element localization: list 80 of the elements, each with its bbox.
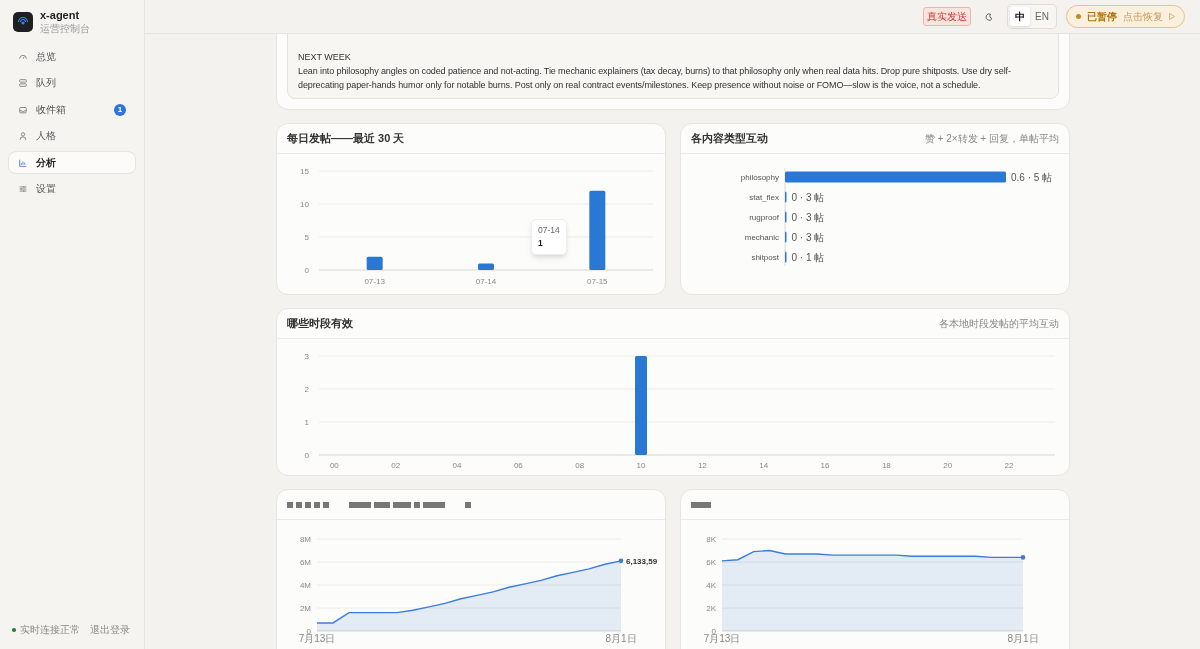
category-label: shitpost — [751, 253, 779, 262]
connection-status: 实时连接正常 — [20, 623, 80, 637]
category-label: philosophy — [740, 173, 779, 182]
axis-label: 06 — [513, 461, 523, 470]
language-option[interactable]: EN — [1030, 7, 1054, 26]
axis-label: 07-14 — [475, 277, 497, 286]
axis-label: 8月1日 — [1007, 633, 1039, 644]
language-option[interactable]: 中 — [1010, 7, 1031, 26]
app-name: x-agent — [40, 9, 81, 23]
nav-item[interactable]: 分析 — [8, 151, 136, 175]
axis-label: 08 — [575, 461, 585, 470]
axis-label: 07-15 — [587, 277, 608, 286]
end-point — [618, 558, 624, 564]
value-label: 0.6 · 5 帖 — [1011, 171, 1053, 183]
nav-item[interactable]: 设置 — [8, 177, 136, 201]
axis-label: 2M — [299, 604, 311, 613]
nav-item[interactable]: 总览 — [8, 45, 136, 69]
axis-label: 6K — [706, 558, 716, 567]
axis-label: 8月1日 — [605, 633, 637, 644]
stack-icon — [18, 78, 28, 89]
count-badge: 1 — [114, 103, 126, 116]
value-label: 0 · 3 帖 — [791, 211, 825, 223]
nav-item[interactable]: 收件箱 1 — [8, 98, 136, 122]
card-title: 哪些时段有效 — [287, 316, 353, 332]
card-subtitle: 各本地时段发帖的平均互动 — [939, 317, 1059, 331]
bar — [366, 256, 383, 270]
axis-label: 1 — [304, 418, 309, 427]
nav-item[interactable]: 队列 — [8, 71, 136, 95]
axis-label: 4K — [706, 581, 716, 590]
axis-label: 0 — [304, 451, 309, 460]
person-icon — [18, 131, 28, 142]
axis-label: 10 — [636, 461, 646, 470]
card-subtitle: 赞 + 2×转发 + 回复，单帖平均 — [924, 132, 1059, 146]
plan-heading: NEXT WEEK — [298, 51, 352, 64]
tooltip: 07-14 1 — [531, 219, 567, 255]
play-icon — [1169, 13, 1175, 20]
logout-link[interactable]: 退出登录 — [90, 622, 130, 637]
axis-label: 02 — [391, 461, 401, 470]
axis-label: 16 — [820, 461, 830, 470]
axis-label: 00 — [329, 461, 339, 470]
end-point — [1020, 555, 1026, 560]
value-label: 6,133,59 — [626, 556, 658, 566]
axis-label: 15 — [300, 167, 309, 176]
axis-label: 7月13日 — [703, 633, 741, 644]
chart-icon — [18, 157, 28, 168]
axis-label: 14 — [759, 461, 769, 470]
mode-badge: 真实发送 — [923, 7, 972, 26]
axis-label: 20 — [943, 461, 953, 470]
nav-item[interactable]: 人格 — [8, 124, 136, 148]
axis-label: 2K — [706, 604, 716, 613]
value-label: 0 · 1 帖 — [791, 251, 825, 263]
moon-icon[interactable] — [985, 12, 994, 21]
card-title: 各内容类型互动 — [691, 131, 768, 147]
sliders-icon — [18, 184, 28, 195]
plan-text: Lean into philosophy angles on coded patience and not-acting. Tie mechanic explainers (tax decay, burns) to that philosophy only when real data hits. Drop pure shitposts. Use dry self-deprecating paper-hands humor only for notable burns. Post only on real contract events/milestones. Keep presence without noise or FOMO—slow is the voice, not a schedule. — [298, 65, 1012, 92]
axis-label: 2 — [304, 385, 309, 394]
logo-icon — [13, 12, 33, 33]
axis-label: 07-13 — [364, 277, 385, 286]
axis-label: 10 — [300, 200, 309, 209]
category-label: rugproof — [749, 213, 779, 222]
category-label: mechanic — [744, 233, 779, 242]
value-label: 0 · 3 帖 — [791, 231, 825, 243]
axis-label: 4M — [299, 581, 311, 590]
bar — [478, 263, 494, 270]
axis-label: 3 — [304, 352, 309, 361]
category-label: stat_flex — [749, 193, 779, 202]
axis-label: 0 — [304, 266, 309, 275]
axis-label: 22 — [1004, 461, 1014, 470]
axis-label: 8K — [706, 535, 716, 544]
axis-label: 6M — [299, 558, 311, 567]
card-title: 每日发帖——最近 30 天 — [287, 131, 405, 147]
axis-label: 5 — [304, 233, 309, 242]
value-label: 0 · 3 帖 — [791, 191, 825, 203]
axis-label: 18 — [881, 461, 891, 470]
axis-label: 8M — [299, 535, 311, 544]
axis-label: 12 — [697, 461, 707, 470]
axis-label: 7月13日 — [298, 633, 336, 644]
inbox-icon — [18, 104, 28, 115]
app-subtitle: 运营控制台 — [40, 22, 90, 36]
axis-label: 04 — [452, 461, 462, 470]
